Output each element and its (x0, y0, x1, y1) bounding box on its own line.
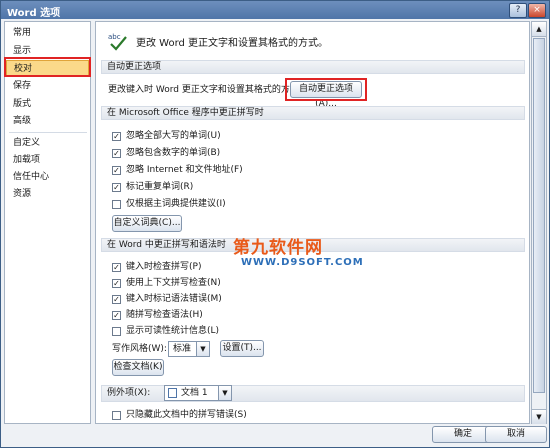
writing-style-select[interactable]: 标准 ▼ (168, 341, 210, 357)
settings-button[interactable]: 设置(T)... (220, 340, 264, 357)
label-ignore-numbers: 忽略包含数字的单词(B) (126, 148, 221, 158)
label-hide-spelling-errors: 只隐藏此文档中的拼写错误(S) (126, 410, 247, 420)
document-icon (168, 388, 177, 398)
watermark-url: WWW.D9SOFT.COM (241, 257, 364, 268)
sidebar-divider (9, 132, 87, 133)
sidebar-item-general[interactable]: 常用 (6, 25, 89, 41)
checkbox-check-spelling[interactable]: ✓ (112, 263, 121, 272)
checkbox-check-grammar[interactable]: ✓ (112, 311, 121, 320)
checkbox-contextual-spelling[interactable]: ✓ (112, 279, 121, 288)
chevron-down-icon: ▼ (218, 386, 231, 400)
label-check-grammar: 随拼写检查语法(H) (126, 310, 203, 320)
exceptions-label: 例外项(X): (107, 388, 151, 398)
section-autocorrect: 自动更正选项 (101, 60, 525, 74)
highlight-box-autocorrect (285, 78, 367, 101)
custom-dictionaries-button[interactable]: 自定义词典(C)... (112, 215, 182, 232)
label-contextual-spelling: 使用上下文拼写检查(N) (126, 278, 221, 288)
autocorrect-description: 更改键入时 Word 更正文字和设置其格式的方式: (108, 85, 302, 95)
highlight-box-proofing (4, 57, 91, 77)
vertical-scrollbar[interactable]: ▲ ▼ (531, 21, 547, 424)
checkbox-flag-repeated[interactable]: ✓ (112, 183, 121, 192)
close-button[interactable]: × (528, 3, 546, 18)
sidebar-nav: 常用 显示 校对 保存 版式 高级 自定义 加载项 信任中心 资源 (4, 21, 91, 424)
checkbox-mark-grammar[interactable]: ✓ (112, 295, 121, 304)
checkbox-ignore-numbers[interactable]: ✓ (112, 149, 121, 158)
checkbox-hide-spelling-errors[interactable] (112, 411, 121, 420)
check-document-button[interactable]: 检查文档(K) (112, 359, 164, 376)
exceptions-document-select[interactable]: 文档 1 ▼ (164, 385, 232, 401)
label-flag-repeated: 标记重复单词(R) (126, 182, 194, 192)
section-office-spelling: 在 Microsoft Office 程序中更正拼写时 (101, 106, 525, 120)
exceptions-document-value: 文档 1 (181, 388, 208, 398)
label-ignore-uppercase: 忽略全部大写的单词(U) (126, 131, 221, 141)
title-bar: Word 选项 ? × (1, 1, 549, 19)
check-abc-icon: abc (108, 33, 127, 51)
svg-text:abc: abc (108, 33, 121, 41)
sidebar-item-customize[interactable]: 自定义 (6, 135, 89, 151)
scroll-up-icon[interactable]: ▲ (532, 22, 546, 37)
page-description: 更改 Word 更正文字和设置其格式的方式。 (136, 38, 329, 49)
scroll-down-icon[interactable]: ▼ (532, 409, 546, 424)
site-watermark: 第九软件网 WWW.D9SOFT.COM (233, 233, 373, 275)
checkbox-main-dictionary[interactable] (112, 200, 121, 209)
sidebar-item-resources[interactable]: 资源 (6, 186, 89, 202)
window-title: Word 选项 (7, 8, 61, 19)
label-mark-grammar: 键入时标记语法错误(M) (126, 294, 222, 304)
label-ignore-internet: 忽略 Internet 和文件地址(F) (126, 165, 243, 175)
help-button[interactable]: ? (509, 3, 527, 18)
chevron-down-icon: ▼ (196, 342, 209, 356)
sidebar-item-layout[interactable]: 版式 (6, 96, 89, 112)
writing-style-value: 标准 (173, 344, 192, 354)
proofing-content-panel: abc 更改 Word 更正文字和设置其格式的方式。 自动更正选项 更改键入时 … (95, 21, 530, 424)
scroll-thumb[interactable] (533, 38, 545, 393)
sidebar-item-trust-center[interactable]: 信任中心 (6, 169, 89, 185)
writing-style-label: 写作风格(W): (112, 344, 167, 354)
label-readability: 显示可读性统计信息(L) (126, 326, 220, 336)
cancel-button[interactable]: 取消 (485, 426, 547, 443)
word-options-window: Word 选项 ? × 常用 显示 校对 保存 版式 高级 自定义 加载项 信任… (0, 0, 550, 448)
checkbox-ignore-uppercase[interactable]: ✓ (112, 132, 121, 141)
label-check-spelling: 键入时检查拼写(P) (126, 262, 202, 272)
checkbox-readability[interactable] (112, 327, 121, 336)
sidebar-item-advanced[interactable]: 高级 (6, 113, 89, 129)
label-main-dictionary: 仅根据主词典提供建议(I) (126, 199, 226, 209)
sidebar-item-save[interactable]: 保存 (6, 78, 89, 94)
checkbox-ignore-internet[interactable]: ✓ (112, 166, 121, 175)
watermark-title: 第九软件网 (233, 238, 323, 258)
sidebar-item-addins[interactable]: 加载项 (6, 152, 89, 168)
